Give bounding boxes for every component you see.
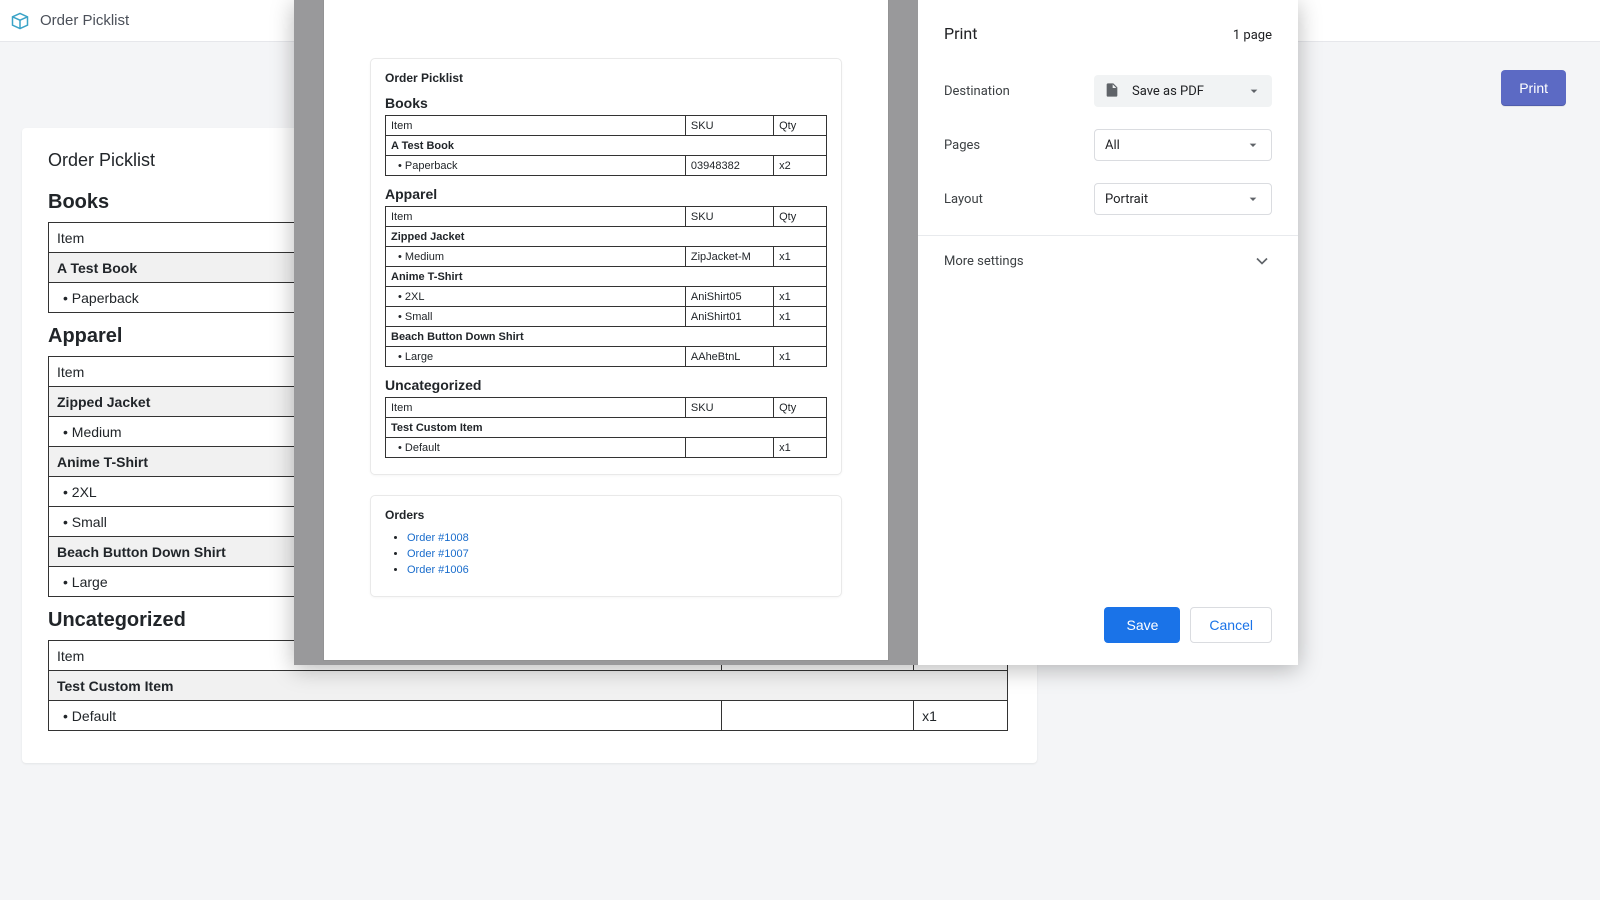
print-dialog: Order Picklist Books ItemSKUQty A Test B…: [294, 0, 1298, 665]
list-item: Order #1008: [407, 532, 827, 544]
preview-section-uncategorized: Uncategorized: [385, 377, 827, 393]
more-settings-toggle[interactable]: More settings: [944, 236, 1272, 286]
page-count: 1 page: [1233, 28, 1272, 43]
chevron-down-icon: [1245, 191, 1261, 207]
list-item: Order #1006: [407, 564, 827, 576]
print-dialog-overlay: Order Picklist Books ItemSKUQty A Test B…: [0, 0, 1600, 900]
order-link[interactable]: Order #1008: [407, 532, 469, 544]
row-layout: Layout Portrait: [944, 181, 1272, 217]
print-preview-page: Order Picklist Books ItemSKUQty A Test B…: [324, 0, 888, 660]
order-link[interactable]: Order #1006: [407, 564, 469, 576]
list-item: Order #1007: [407, 548, 827, 560]
preview-table-uncategorized: ItemSKUQty Test Custom Item • Defaultx1: [385, 397, 827, 458]
save-button[interactable]: Save: [1104, 607, 1180, 643]
preview-card-title: Order Picklist: [385, 71, 827, 85]
preview-orders-title: Orders: [385, 508, 827, 522]
destination-value: Save as PDF: [1132, 84, 1204, 99]
layout-label: Layout: [944, 192, 1094, 207]
file-icon: [1104, 82, 1122, 100]
more-settings-label: More settings: [944, 254, 1024, 269]
pages-value: All: [1105, 138, 1120, 153]
cancel-button[interactable]: Cancel: [1190, 607, 1272, 643]
row-pages: Pages All: [944, 127, 1272, 163]
preview-section-apparel: Apparel: [385, 186, 827, 202]
chevron-down-icon: [1245, 137, 1261, 153]
preview-table-books: ItemSKUQty A Test Book • Paperback039483…: [385, 115, 827, 176]
layout-value: Portrait: [1105, 192, 1148, 207]
preview-picklist-card: Order Picklist Books ItemSKUQty A Test B…: [370, 58, 842, 475]
print-dialog-title: Print: [944, 24, 977, 43]
print-settings-panel: Print 1 page Destination Save as PDF Pag…: [918, 0, 1298, 665]
chevron-down-icon: [1246, 83, 1262, 99]
destination-dropdown[interactable]: Save as PDF: [1094, 75, 1272, 107]
pages-label: Pages: [944, 138, 1094, 153]
print-preview-area[interactable]: Order Picklist Books ItemSKUQty A Test B…: [294, 0, 918, 665]
order-link[interactable]: Order #1007: [407, 548, 469, 560]
chevron-down-icon: [1252, 251, 1272, 271]
layout-dropdown[interactable]: Portrait: [1094, 183, 1272, 215]
row-destination: Destination Save as PDF: [944, 73, 1272, 109]
preview-orders-card: Orders Order #1008 Order #1007 Order #10…: [370, 495, 842, 597]
pages-dropdown[interactable]: All: [1094, 129, 1272, 161]
preview-table-apparel: ItemSKUQty Zipped Jacket • MediumZipJack…: [385, 206, 827, 367]
destination-label: Destination: [944, 84, 1094, 99]
dialog-actions: Save Cancel: [1104, 607, 1272, 643]
preview-section-books: Books: [385, 95, 827, 111]
